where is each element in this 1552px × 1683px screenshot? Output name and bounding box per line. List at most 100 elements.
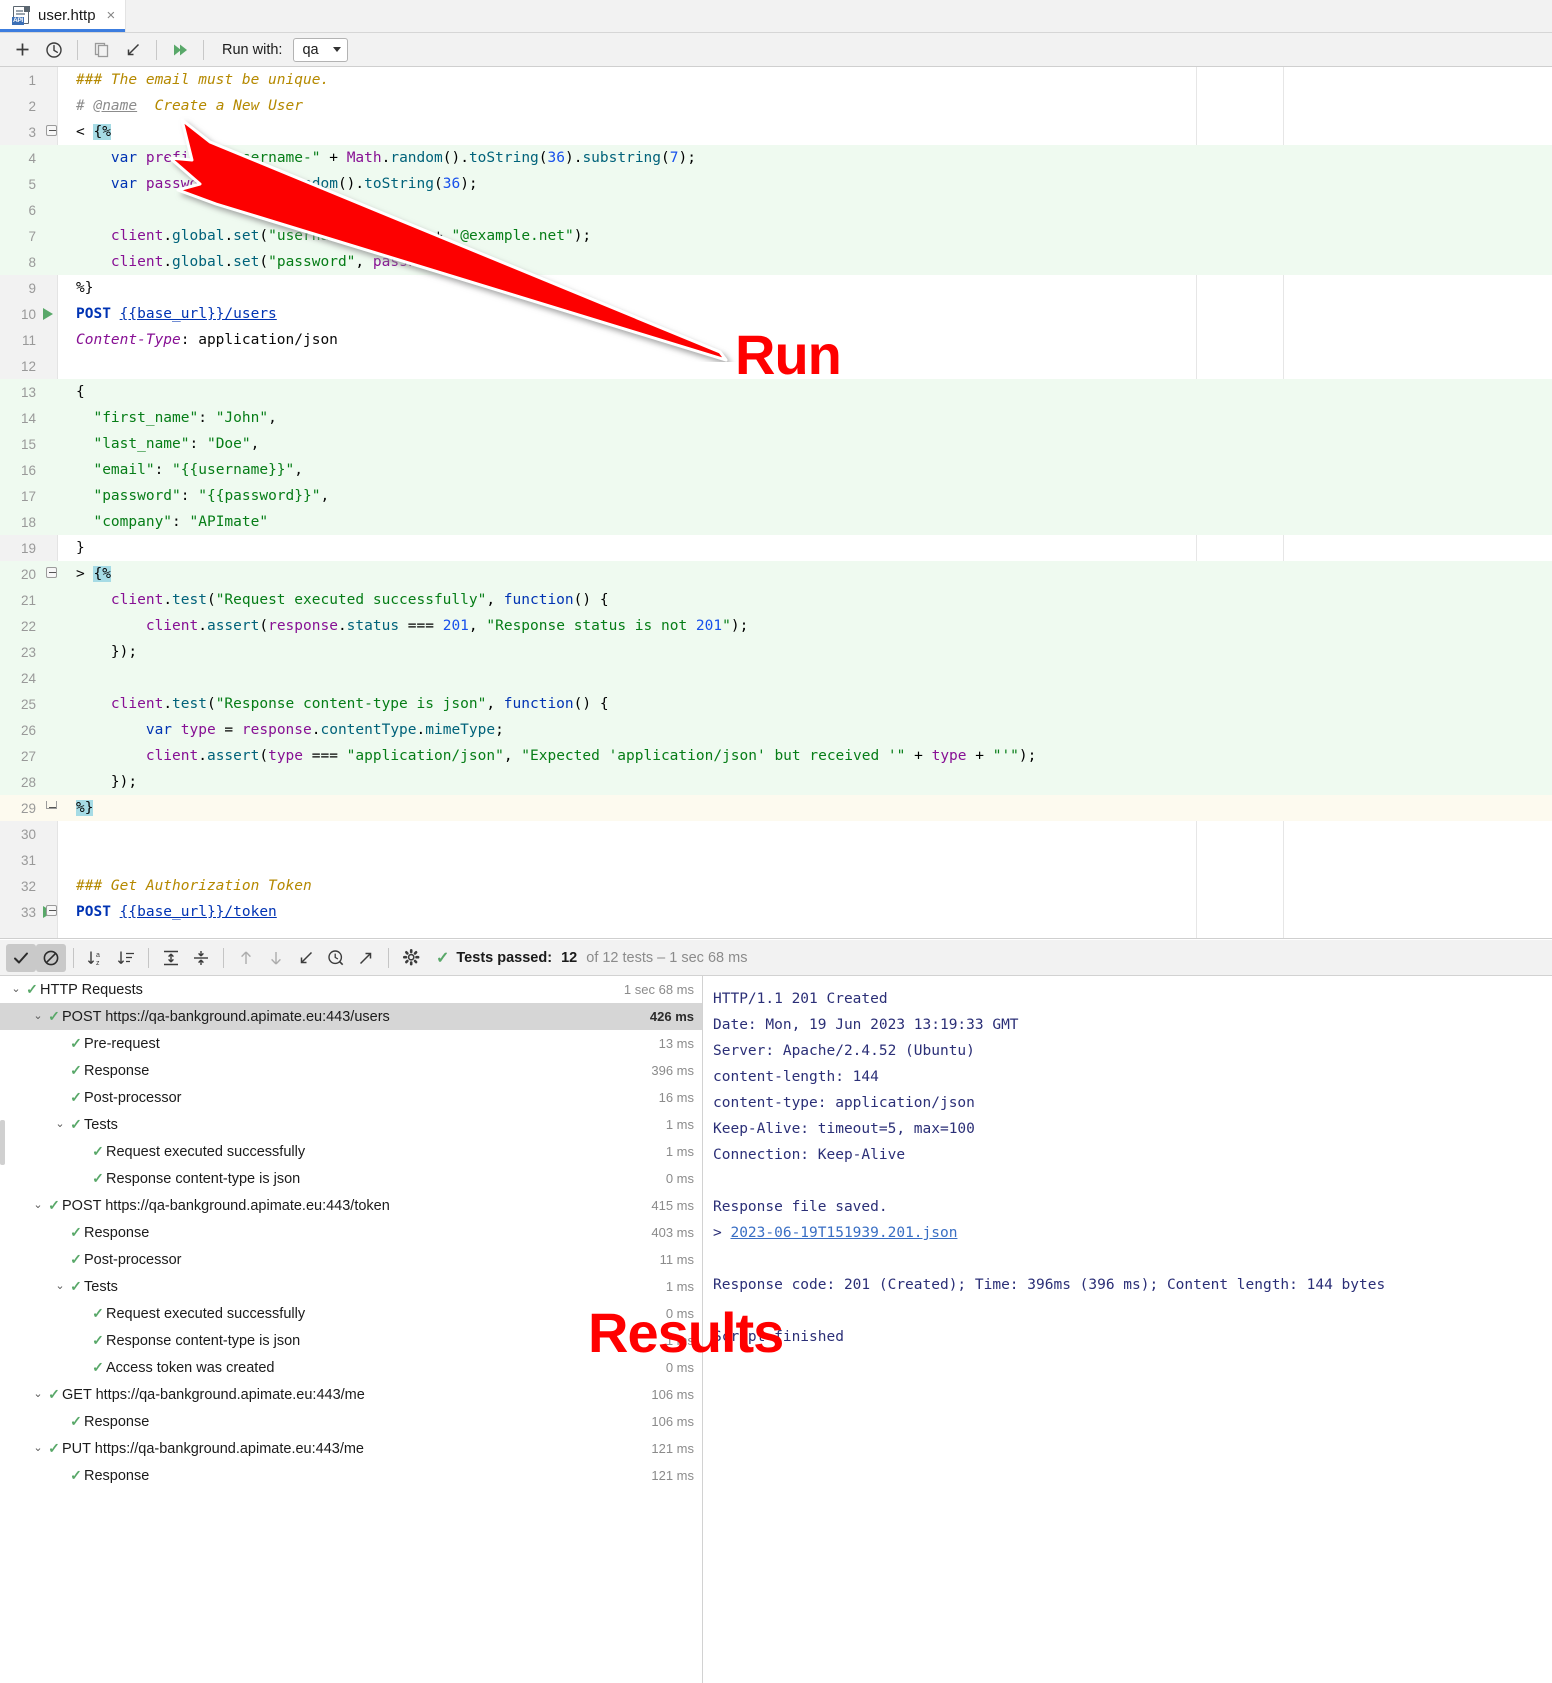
add-request-button[interactable]: [7, 36, 37, 64]
gutter-icons[interactable]: [40, 275, 58, 301]
code-line[interactable]: 18 "company": "APImate": [0, 509, 1552, 535]
code-line[interactable]: 9%}: [0, 275, 1552, 301]
gutter-icons[interactable]: [40, 145, 58, 171]
code-line[interactable]: 7 client.global.set("username", prefix +…: [0, 223, 1552, 249]
tree-row[interactable]: ✓ Pre-request 13 ms: [0, 1030, 702, 1057]
import-arrow-icon[interactable]: [118, 36, 148, 64]
tree-row[interactable]: ⌄ ✓ PUT https://qa-bankground.apimate.eu:4…: [0, 1435, 702, 1462]
fold-marker-icon[interactable]: [46, 125, 57, 136]
code-line[interactable]: 25 client.test("Response content-type is…: [0, 691, 1552, 717]
show-passed-toggle[interactable]: [6, 943, 36, 972]
tree-row[interactable]: ✓ Response 106 ms: [0, 1408, 702, 1435]
gutter-icons[interactable]: [40, 301, 58, 327]
gutter-icons[interactable]: [40, 717, 58, 743]
gutter-icons[interactable]: [40, 821, 58, 847]
tree-row[interactable]: ✓ Post-processor 11 ms: [0, 1246, 702, 1273]
arrow-down-icon[interactable]: [261, 944, 291, 972]
tree-row[interactable]: ⌄ ✓ POST https://qa-bankground.apimate.eu:…: [0, 1192, 702, 1219]
clock-search-icon[interactable]: [321, 944, 351, 972]
fold-marker-icon[interactable]: [46, 567, 57, 578]
import-results-icon[interactable]: [291, 944, 321, 972]
chevron-down-icon[interactable]: ⌄: [52, 1273, 68, 1300]
tree-row[interactable]: ✓ Response content-type is json 0 ms: [0, 1165, 702, 1192]
arrow-up-icon[interactable]: [231, 944, 261, 972]
gutter-icons[interactable]: [40, 405, 58, 431]
environment-select[interactable]: qa: [293, 37, 349, 62]
chevron-down-icon[interactable]: ⌄: [52, 1111, 68, 1138]
chevron-down-icon[interactable]: ⌄: [8, 976, 24, 1003]
response-console[interactable]: HTTP/1.1 201 Created Date: Mon, 19 Jun 20…: [703, 976, 1552, 1683]
close-icon[interactable]: ×: [107, 7, 116, 24]
gear-icon[interactable]: [396, 944, 426, 972]
code-line[interactable]: 19}: [0, 535, 1552, 561]
gutter-icons[interactable]: [40, 509, 58, 535]
code-line[interactable]: 30: [0, 821, 1552, 847]
code-line[interactable]: 24: [0, 665, 1552, 691]
code-line[interactable]: 2 # @name Create a New User: [0, 93, 1552, 119]
code-line[interactable]: 22 client.assert(response.status === 201…: [0, 613, 1552, 639]
gutter-icons[interactable]: [40, 171, 58, 197]
gutter-icons[interactable]: [40, 431, 58, 457]
code-line[interactable]: 8 client.global.set("password", password…: [0, 249, 1552, 275]
gutter-icons[interactable]: [40, 535, 58, 561]
code-line[interactable]: 26 var type = response.contentType.mimeT…: [0, 717, 1552, 743]
code-editor[interactable]: 1 ### The email must be unique. 2 # @name C…: [0, 67, 1552, 939]
gutter-icons[interactable]: [40, 587, 58, 613]
code-line[interactable]: 3 < {%: [0, 119, 1552, 145]
run-all-icon[interactable]: [165, 36, 195, 64]
tree-row[interactable]: ✓ Response 396 ms: [0, 1057, 702, 1084]
code-line[interactable]: 32 ### Get Authorization Token: [0, 873, 1552, 899]
code-line[interactable]: 1 ### The email must be unique.: [0, 67, 1552, 93]
code-line[interactable]: 20 > {%: [0, 561, 1552, 587]
code-line[interactable]: 28 });: [0, 769, 1552, 795]
code-line[interactable]: 23 });: [0, 639, 1552, 665]
gutter-icons[interactable]: [40, 249, 58, 275]
gutter-icons[interactable]: [40, 613, 58, 639]
gutter-icons[interactable]: [40, 197, 58, 223]
tree-row[interactable]: ⌄ ✓ GET https://qa-bankground.apimate.eu:4…: [0, 1381, 702, 1408]
tree-row[interactable]: ⌄ ✓ POST https://qa-bankground.apimate.eu:…: [0, 1003, 702, 1030]
code-line[interactable]: 21 client.test("Request executed success…: [0, 587, 1552, 613]
code-line[interactable]: 15 "last_name": "Doe",: [0, 431, 1552, 457]
code-line[interactable]: 5 var password = Math.random().toString(…: [0, 171, 1552, 197]
chevron-down-icon[interactable]: ⌄: [30, 1192, 46, 1219]
sort-duration-icon[interactable]: [111, 944, 141, 972]
gutter-icons[interactable]: [40, 67, 58, 93]
run-request-icon[interactable]: [43, 308, 53, 320]
tab-user-http[interactable]: API user.http ×: [0, 0, 127, 32]
editor-lines[interactable]: 1 ### The email must be unique. 2 # @name C…: [0, 67, 1552, 938]
sort-alpha-icon[interactable]: az: [81, 944, 111, 972]
gutter-icons[interactable]: [40, 691, 58, 717]
code-line[interactable]: 16 "email": "{{username}}",: [0, 457, 1552, 483]
gutter-icons[interactable]: [40, 353, 58, 379]
gutter-icons[interactable]: [40, 847, 58, 873]
gutter-icons[interactable]: [40, 93, 58, 119]
response-file-link[interactable]: 2023-06-19T151939.201.json: [730, 1225, 957, 1241]
tree-scrollbar[interactable]: [0, 1120, 5, 1165]
copy-icon[interactable]: [86, 36, 116, 64]
history-clock-icon[interactable]: [39, 36, 69, 64]
chevron-down-icon[interactable]: ⌄: [30, 1381, 46, 1408]
tree-row[interactable]: ⌄ ✓ Tests 1 ms: [0, 1273, 702, 1300]
tree-row[interactable]: ✓ Request executed successfully 1 ms: [0, 1138, 702, 1165]
gutter-icons[interactable]: [40, 223, 58, 249]
collapse-all-icon[interactable]: [186, 944, 216, 972]
gutter-icons[interactable]: [40, 769, 58, 795]
gutter-icons[interactable]: [40, 639, 58, 665]
code-line[interactable]: 4 var prefix = "username-" + Math.random…: [0, 145, 1552, 171]
hide-ignored-toggle[interactable]: [36, 943, 66, 972]
tree-row[interactable]: ✓ Response 121 ms: [0, 1462, 702, 1489]
gutter-icons[interactable]: [40, 457, 58, 483]
export-results-icon[interactable]: [351, 944, 381, 972]
expand-all-icon[interactable]: [156, 944, 186, 972]
code-line[interactable]: 31: [0, 847, 1552, 873]
code-line[interactable]: 17 "password": "{{password}}",: [0, 483, 1552, 509]
chevron-down-icon[interactable]: ⌄: [30, 1003, 46, 1030]
code-line[interactable]: 14 "first_name": "John",: [0, 405, 1552, 431]
code-line[interactable]: 6: [0, 197, 1552, 223]
code-line[interactable]: 27 client.assert(type === "application/j…: [0, 743, 1552, 769]
tree-row[interactable]: ✓ Post-processor 16 ms: [0, 1084, 702, 1111]
tree-row[interactable]: ⌄ ✓ Tests 1 ms: [0, 1111, 702, 1138]
fold-marker-icon[interactable]: [46, 905, 57, 916]
gutter-icons[interactable]: [40, 327, 58, 353]
